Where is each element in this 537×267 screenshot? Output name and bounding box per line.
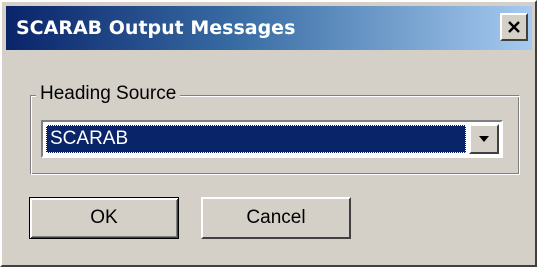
dialog-window: SCARAB Output Messages Heading Source SC… — [0, 0, 537, 267]
heading-source-dropdown[interactable]: SCARAB — [41, 120, 503, 158]
close-button[interactable] — [500, 13, 528, 41]
window-title: SCARAB Output Messages — [16, 17, 296, 39]
chevron-down-icon — [479, 136, 489, 142]
cancel-button[interactable]: Cancel — [201, 197, 351, 239]
ok-button[interactable]: OK — [29, 197, 179, 239]
heading-source-label: Heading Source — [36, 83, 181, 105]
heading-source-selected-value[interactable]: SCARAB — [46, 125, 466, 153]
title-bar[interactable]: SCARAB Output Messages — [6, 6, 532, 50]
close-icon — [508, 21, 520, 33]
dropdown-arrow-button[interactable] — [469, 124, 499, 154]
